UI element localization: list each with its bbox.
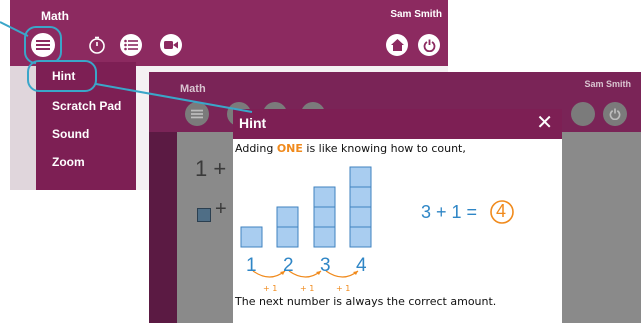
menu-callout-line (0, 21, 29, 37)
callout-lines (0, 21, 253, 113)
hint-callout-line (95, 83, 253, 113)
